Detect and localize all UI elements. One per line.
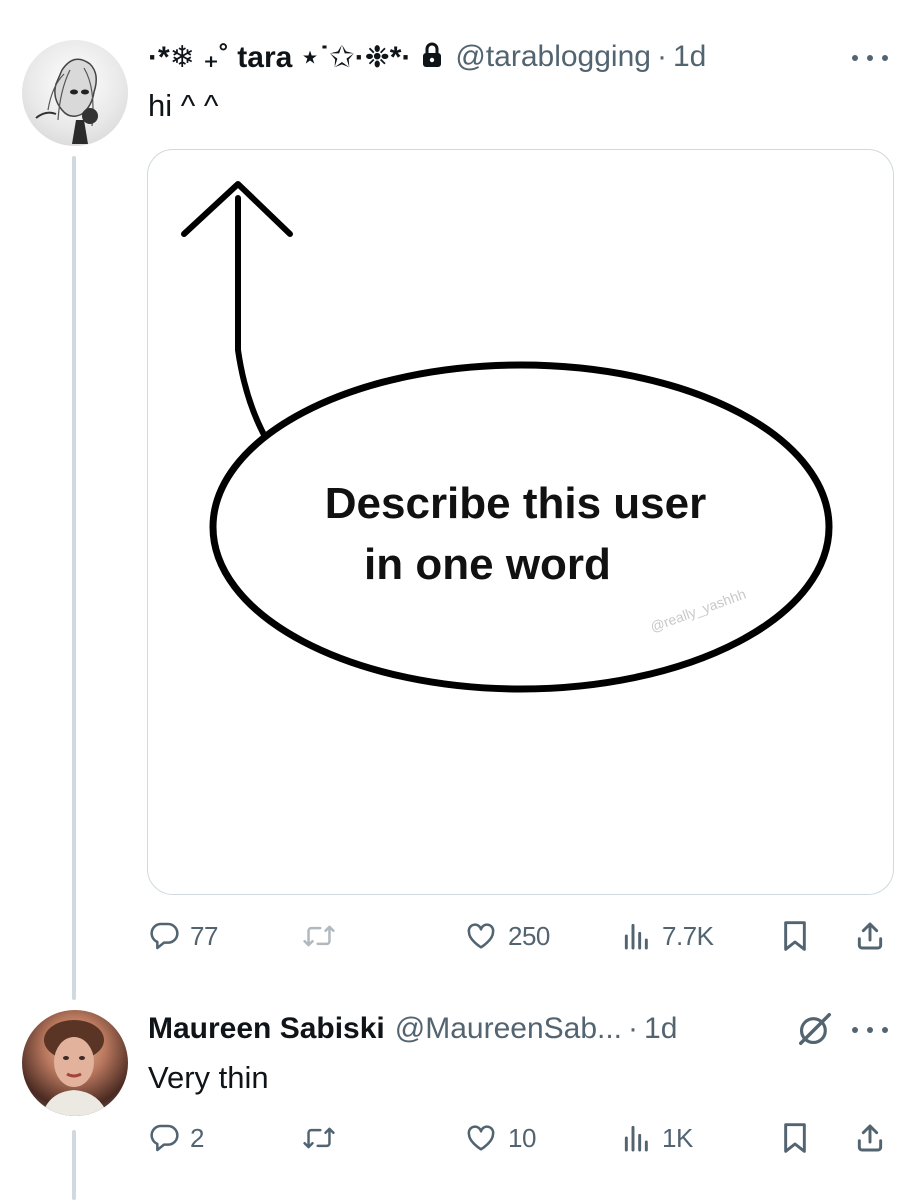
media-caption-line2: in one word — [364, 540, 611, 589]
tweet-header: ·*❄︎ ₊˚ tara ⋆˙✩·❉*· @tarablogging · 1d — [148, 36, 706, 78]
share-icon — [857, 1124, 883, 1152]
tweet-media[interactable]: Describe this user in one word @really_y… — [147, 149, 894, 895]
thread-line-lower — [72, 1130, 76, 1200]
separator-dot: · — [656, 40, 667, 73]
view-count: 1K — [662, 1122, 693, 1153]
reply-button[interactable]: 2 — [148, 1116, 204, 1160]
avatar-photo — [42, 1020, 108, 1116]
reply-count: 2 — [190, 1122, 204, 1153]
separator-dot: · — [628, 1012, 639, 1045]
like-button[interactable]: 10 — [464, 1116, 536, 1160]
tweet-header: Maureen Sabiski @MaureenSab... · 1d — [148, 1008, 677, 1050]
timestamp[interactable]: 1d — [644, 1012, 677, 1046]
bookmark-icon — [784, 1123, 806, 1153]
views-icon — [624, 923, 648, 950]
share-button[interactable] — [854, 1116, 886, 1160]
reply-icon — [150, 1124, 179, 1152]
retweet-button[interactable] — [302, 1116, 336, 1160]
handle[interactable]: @MaureenSab... — [395, 1012, 622, 1046]
tweet-text: Very thin — [148, 1060, 269, 1095]
avatar-illustration — [35, 58, 98, 144]
media-caption-line1: Describe this user — [324, 479, 707, 528]
tweet-text: hi ^ ^ — [148, 88, 219, 123]
display-name[interactable]: Maureen Sabiski — [148, 1012, 385, 1046]
reply-count: 77 — [190, 920, 218, 951]
bookmark-icon — [784, 921, 806, 951]
more-icon[interactable] — [852, 1020, 888, 1040]
thread-line — [72, 156, 76, 1000]
lock-icon — [421, 42, 443, 73]
retweet-icon — [303, 925, 335, 947]
bookmark-button[interactable] — [781, 914, 809, 958]
views-button[interactable]: 7.7K — [622, 914, 714, 958]
like-count: 250 — [508, 920, 550, 951]
avatar-maureen[interactable] — [22, 1010, 128, 1116]
tweet-tarablogging[interactable]: ·*❄︎ ₊˚ tara ⋆˙✩·❉*· @tarablogging · 1d … — [0, 0, 914, 1000]
more-icon[interactable] — [852, 48, 888, 68]
views-button[interactable]: 1K — [622, 1116, 693, 1160]
views-icon — [624, 1125, 648, 1152]
bookmark-button[interactable] — [781, 1116, 809, 1160]
like-button[interactable]: 250 — [464, 914, 550, 958]
reply-button[interactable]: 77 — [148, 914, 218, 958]
like-icon — [467, 1125, 495, 1151]
retweet-button[interactable] — [302, 914, 336, 958]
display-name[interactable]: ·*❄︎ ₊˚ tara ⋆˙✩·❉*· — [148, 40, 411, 75]
avatar-tara[interactable] — [22, 40, 128, 146]
tweet-actions: 2 10 1K — [148, 1116, 894, 1160]
grok-icon[interactable] — [796, 1010, 834, 1053]
share-button[interactable] — [854, 914, 886, 958]
like-count: 10 — [508, 1122, 536, 1153]
view-count: 7.7K — [662, 920, 714, 951]
reply-icon — [150, 922, 179, 950]
handle[interactable]: @tarablogging — [455, 40, 651, 74]
retweet-icon — [303, 1127, 335, 1149]
timestamp[interactable]: 1d — [673, 40, 706, 74]
like-icon — [467, 923, 495, 949]
tweet-maureen[interactable]: Maureen Sabiski @MaureenSab... · 1d Very… — [0, 990, 914, 1200]
share-icon — [857, 922, 883, 950]
tweet-actions: 77 250 7.7K — [148, 914, 894, 958]
